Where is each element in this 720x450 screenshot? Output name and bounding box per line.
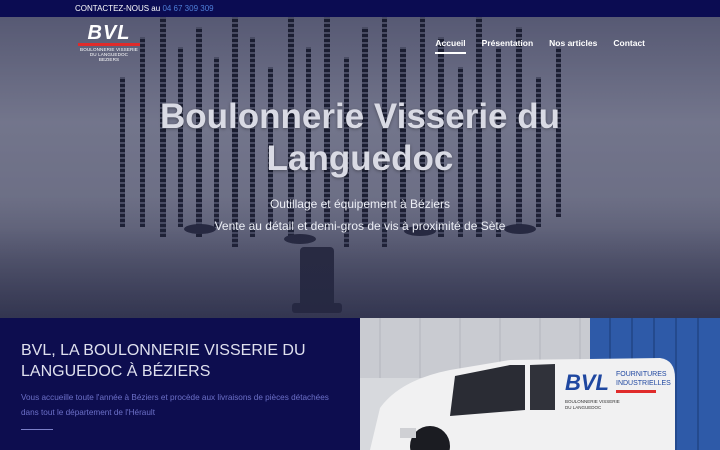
van-company-2: DU LANGUEDOC (565, 405, 602, 410)
bvl-logo[interactable]: BVL BOULONNERIE VISSERIE DU LANGUEDOC BE… (76, 23, 142, 63)
main-nav: Accueil Présentation Nos articles Contac… (435, 38, 645, 54)
intro-heading-line-1: BVL, LA BOULONNERIE VISSERIE DU (21, 342, 306, 359)
nav-accueil[interactable]: Accueil (435, 38, 466, 54)
van-tag-2: INDUSTRIELLES (616, 380, 671, 387)
nav-nos-articles[interactable]: Nos articles (549, 38, 597, 48)
hero-subtitle-2: Vente au détail et demi-gros de vis à pr… (214, 219, 506, 233)
intro-section: BVL, LA BOULONNERIE VISSERIE DU LANGUEDO… (0, 318, 360, 450)
contact-label: CONTACTEZ-NOUS au (75, 4, 161, 13)
hero-subtitle-1: Outillage et équipement à Béziers (269, 197, 451, 211)
intro-body: Vous accueille toute l'année à Béziers e… (21, 393, 329, 417)
phone-link[interactable]: 04 67 309 309 (162, 4, 213, 13)
intro-divider (21, 429, 53, 430)
van-company-1: BOULONNERIE VISSERIE (565, 399, 620, 404)
nav-presentation[interactable]: Présentation (482, 38, 534, 48)
delivery-van-photo: BVL FOURNITURES INDUSTRIELLES BOULONNERI… (360, 318, 720, 450)
logo-mark: BVL (87, 22, 131, 44)
logo-subtitle-3: BEZIERS (98, 57, 120, 62)
van-brand: BVL (565, 370, 609, 395)
intro-heading: BVL, LA BOULONNERIE VISSERIE DU LANGUEDO… (21, 340, 351, 382)
van-tag-1: FOURNITURES (616, 371, 667, 378)
nav-contact[interactable]: Contact (613, 38, 645, 48)
intro-heading-line-2: LANGUEDOC À BÉZIERS (21, 363, 211, 380)
contact-info: CONTACTEZ-NOUS au 04 67 309 309 (75, 0, 214, 17)
top-contact-bar: CONTACTEZ-NOUS au 04 67 309 309 (0, 0, 720, 17)
hero-title-line-1: Boulonnerie Visserie du (159, 97, 561, 136)
hero-title-line-2: Languedoc (266, 139, 454, 178)
site-header: BVL BOULONNERIE VISSERIE DU LANGUEDOC BE… (0, 17, 720, 67)
hero-title: Boulonnerie Visserie du Languedoc (0, 96, 720, 180)
van-illustration: BVL FOURNITURES INDUSTRIELLES BOULONNERI… (360, 318, 720, 450)
